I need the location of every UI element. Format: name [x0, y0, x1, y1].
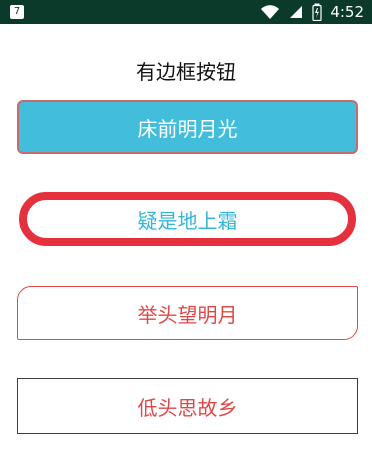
button-2[interactable]: 疑是地上霜	[19, 192, 356, 246]
button-1[interactable]: 床前明月光	[17, 100, 358, 154]
button-1-label: 床前明月光	[137, 116, 238, 141]
main-content: 有边框按钮 床前明月光 疑是地上霜 举头望明月 低头思故乡	[0, 24, 372, 452]
notification-icon: 7	[10, 5, 24, 19]
status-time: 4:52	[330, 3, 364, 21]
battery-icon	[312, 3, 322, 21]
status-right: 4:52	[260, 3, 364, 21]
button-3-label: 举头望明月	[137, 302, 238, 327]
page-title: 有边框按钮	[136, 60, 236, 84]
notification-count: 7	[13, 6, 21, 17]
status-bar: 7 4:52	[0, 0, 372, 24]
button-2-label: 疑是地上霜	[137, 208, 238, 233]
button-3[interactable]: 举头望明月	[17, 286, 358, 340]
button-4-label: 低头思故乡	[137, 395, 238, 420]
wifi-icon	[261, 5, 280, 19]
button-4[interactable]: 低头思故乡	[17, 378, 358, 434]
signal-icon	[290, 6, 303, 18]
